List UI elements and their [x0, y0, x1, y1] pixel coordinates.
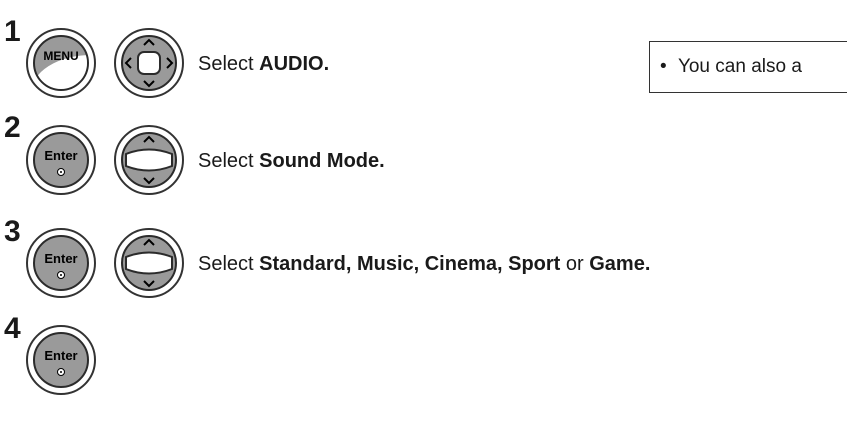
step-3-prefix: Select: [198, 253, 260, 275]
enter-dot-icon: [57, 271, 65, 279]
step-2-bold: Sound Mode.: [259, 150, 385, 172]
note-bullet: •: [660, 56, 667, 77]
step-number-3: 3: [4, 215, 21, 248]
enter-button-label: Enter: [44, 251, 78, 266]
up-down-graphic: [121, 235, 177, 291]
note-box: • You can also a: [649, 41, 847, 93]
enter-button-step-3: Enter: [26, 228, 96, 298]
step-1-bold: AUDIO.: [259, 53, 330, 75]
enter-button-face: Enter: [33, 332, 89, 388]
note-text: You can also a: [677, 56, 802, 77]
enter-button-step-4: Enter: [26, 325, 96, 395]
dpad-graphic: [121, 35, 177, 91]
step-3-instruction: Select Standard, Music, Cinema, Sport or…: [198, 253, 650, 276]
step-3-mid: or: [560, 253, 590, 275]
step-2-prefix: Select: [198, 150, 260, 172]
enter-button-face: Enter: [33, 132, 89, 188]
up-down-button-icon: [114, 125, 184, 195]
menu-button-face: MENU: [33, 35, 89, 91]
step-number-1: 1: [4, 15, 21, 48]
menu-button-label: MENU: [43, 49, 79, 63]
step-3-bold-2: Game.: [589, 253, 651, 275]
enter-button-label: Enter: [44, 348, 78, 363]
navigation-dpad-icon: [114, 28, 184, 98]
menu-button: MENU: [26, 28, 96, 98]
step-2-instruction: Select Sound Mode.: [198, 150, 385, 173]
enter-button-step-2: Enter: [26, 125, 96, 195]
enter-button-face: Enter: [33, 235, 89, 291]
up-down-graphic: [121, 132, 177, 188]
step-number-2: 2: [4, 111, 21, 144]
enter-dot-icon: [57, 368, 65, 376]
enter-button-label: Enter: [44, 148, 78, 163]
step-3-bold-1: Standard, Music, Cinema, Sport: [259, 253, 561, 275]
step-1-instruction: Select AUDIO.: [198, 53, 329, 76]
step-number-4: 4: [4, 312, 21, 345]
enter-dot-icon: [57, 168, 65, 176]
up-down-button-icon: [114, 228, 184, 298]
step-1-prefix: Select: [198, 53, 260, 75]
